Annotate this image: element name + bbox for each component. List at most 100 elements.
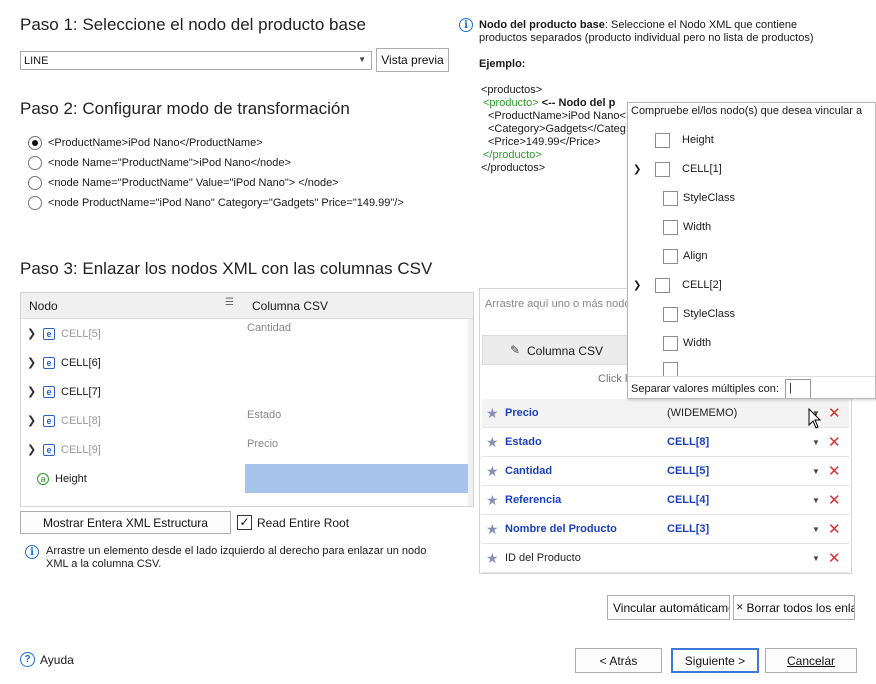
base-node-combo[interactable]: LINE ▼: [20, 51, 372, 70]
popup-item[interactable]: Height: [655, 130, 714, 150]
popup-item-label: Width: [683, 221, 712, 233]
radio-selected[interactable]: [28, 136, 42, 150]
node-select-popup[interactable]: Compruebe el/los nodo(s) que desea vincu…: [627, 102, 876, 399]
step3-title: Paso 3: Enlazar los nodos XML con las co…: [20, 259, 433, 278]
tree-row[interactable]: ❯ e CELL[6]: [21, 348, 251, 377]
star-icon: ★: [486, 549, 499, 566]
popup-item-label: Width: [683, 337, 712, 349]
popup-item[interactable]: ❯ CELL[2]: [633, 275, 722, 295]
tree-row[interactable]: a Height: [21, 464, 251, 493]
mode-option-1[interactable]: <ProductName>iPod Nano</ProductName>: [28, 136, 263, 150]
delete-icon[interactable]: ✕: [828, 404, 841, 422]
tree-label: CELL[8]: [61, 414, 101, 427]
delete-icon[interactable]: ✕: [828, 520, 841, 538]
mapping-row[interactable]: ★ ID del Producto ▼ ✕: [482, 544, 849, 573]
mode-option-4[interactable]: <node ProductName="iPod Nano" Category="…: [28, 196, 404, 210]
help-link[interactable]: ? Ayuda: [20, 652, 74, 667]
checkbox[interactable]: [663, 362, 678, 376]
checkbox[interactable]: [655, 132, 670, 148]
popup-item-label: CELL[2]: [682, 279, 722, 291]
clear-all-links-button[interactable]: ✕ Borrar todos los enlac: [733, 595, 855, 620]
next-button[interactable]: Siguiente >: [671, 648, 759, 673]
radio[interactable]: [28, 196, 42, 210]
popup-item-label: StyleClass: [683, 192, 735, 204]
popup-item[interactable]: ❯ CELL[1]: [633, 159, 722, 179]
base-node-value: LINE: [24, 54, 49, 67]
chevron-down-icon[interactable]: ▼: [812, 438, 820, 447]
map-value[interactable]: CELL[5]: [667, 465, 709, 477]
star-icon: ★: [486, 520, 499, 537]
checkbox[interactable]: [655, 277, 670, 293]
back-button[interactable]: < Atrás: [575, 648, 662, 673]
sort-icon[interactable]: ☰: [225, 297, 234, 308]
mapping-row[interactable]: ★ Cantidad CELL[5] ▼ ✕: [482, 457, 849, 486]
radio[interactable]: [28, 156, 42, 170]
popup-item[interactable]: [663, 362, 683, 376]
mapping-row[interactable]: ★ Referencia CELL[4] ▼ ✕: [482, 486, 849, 515]
step2-title: Paso 2: Configurar modo de transformació…: [20, 99, 350, 118]
tree-row[interactable]: ❯ e CELL[7]: [21, 377, 251, 406]
chevron-right-icon[interactable]: ❯: [27, 385, 41, 398]
mode-option-3[interactable]: <node Name="ProductName" Value="iPod Nan…: [28, 176, 339, 190]
tree-label: CELL[5]: [61, 327, 101, 340]
col-node[interactable]: Nodo: [29, 299, 58, 313]
mode-option-label: <ProductName>iPod Nano</ProductName>: [48, 137, 263, 149]
checkbox[interactable]: [663, 248, 678, 264]
col-csv[interactable]: Columna CSV: [252, 299, 328, 313]
scrollbar[interactable]: [468, 319, 473, 506]
show-all-structure-button[interactable]: Mostrar Entera XML Estructura: [20, 511, 231, 534]
tree-label: Height: [55, 472, 87, 485]
chevron-right-icon[interactable]: ❯: [27, 443, 41, 456]
chevron-right-icon[interactable]: ❯: [27, 327, 41, 340]
checkbox[interactable]: [663, 306, 678, 322]
separator-input[interactable]: |: [785, 379, 811, 398]
delete-icon[interactable]: ✕: [828, 491, 841, 509]
read-entire-root[interactable]: Read Entire Root: [237, 515, 349, 530]
mapping-row[interactable]: ★ Estado CELL[8] ▼ ✕: [482, 428, 849, 457]
xml-tree-grid[interactable]: Nodo ☰ Columna CSV ❯ e CELL[5] Cantidad ❯ e…: [20, 292, 474, 507]
tree-row[interactable]: ❯ e CELL[9]: [21, 435, 251, 464]
mapping-row[interactable]: ★ Precio (WIDEMEMO) ▼ ✕: [482, 399, 849, 428]
checkbox[interactable]: [655, 161, 670, 177]
chevron-right-icon[interactable]: ❯: [27, 356, 41, 369]
auto-link-button[interactable]: Vincular automáticame: [607, 595, 730, 620]
map-name: Precio: [505, 407, 539, 419]
popup-item[interactable]: Align: [663, 246, 707, 266]
delete-icon[interactable]: ✕: [828, 462, 841, 480]
read-entire-root-checkbox[interactable]: [237, 515, 252, 530]
chevron-down-icon[interactable]: ❯: [633, 164, 655, 175]
popup-item[interactable]: Width: [663, 333, 711, 353]
cursor-icon: [808, 408, 822, 429]
xml-line-tag: <producto>: [483, 97, 539, 109]
chevron-down-icon[interactable]: ▼: [812, 525, 820, 534]
mode-option-2[interactable]: <node Name="ProductName">iPod Nano</node…: [28, 156, 291, 170]
tree-row[interactable]: ❯ e CELL[8]: [21, 406, 251, 435]
popup-item[interactable]: StyleClass: [663, 304, 735, 324]
chevron-down-icon[interactable]: ▼: [812, 554, 820, 563]
popup-item[interactable]: StyleClass: [663, 188, 735, 208]
chevron-down-icon[interactable]: ❯: [633, 280, 655, 291]
map-value[interactable]: CELL[4]: [667, 494, 709, 506]
csv-cell-selected[interactable]: [245, 464, 468, 493]
csv-cell: Cantidad: [247, 322, 292, 334]
map-value[interactable]: CELL[3]: [667, 523, 709, 535]
radio[interactable]: [28, 176, 42, 190]
hint-line2: XML a la columna CSV.: [46, 558, 162, 570]
checkbox[interactable]: [663, 190, 678, 206]
tree-row[interactable]: ❯ e CELL[5]: [21, 319, 251, 348]
map-value[interactable]: (WIDEMEMO): [667, 407, 737, 419]
cancel-button[interactable]: Cancelar: [765, 648, 857, 673]
checkbox[interactable]: [663, 219, 678, 235]
chevron-right-icon[interactable]: ❯: [27, 414, 41, 427]
delete-icon[interactable]: ✕: [828, 549, 841, 567]
chevron-down-icon[interactable]: ▼: [812, 467, 820, 476]
map-value[interactable]: CELL[8]: [667, 436, 709, 448]
chevron-down-icon[interactable]: ▼: [812, 496, 820, 505]
popup-item[interactable]: Width: [663, 217, 711, 237]
checkbox[interactable]: [663, 335, 678, 351]
delete-icon[interactable]: ✕: [828, 433, 841, 451]
separator-label: Separar valores múltiples con:: [631, 383, 779, 395]
help-label: Ayuda: [40, 652, 74, 667]
mapping-row[interactable]: ★ Nombre del Producto CELL[3] ▼ ✕: [482, 515, 849, 544]
preview-button[interactable]: Vista previa: [376, 48, 449, 72]
